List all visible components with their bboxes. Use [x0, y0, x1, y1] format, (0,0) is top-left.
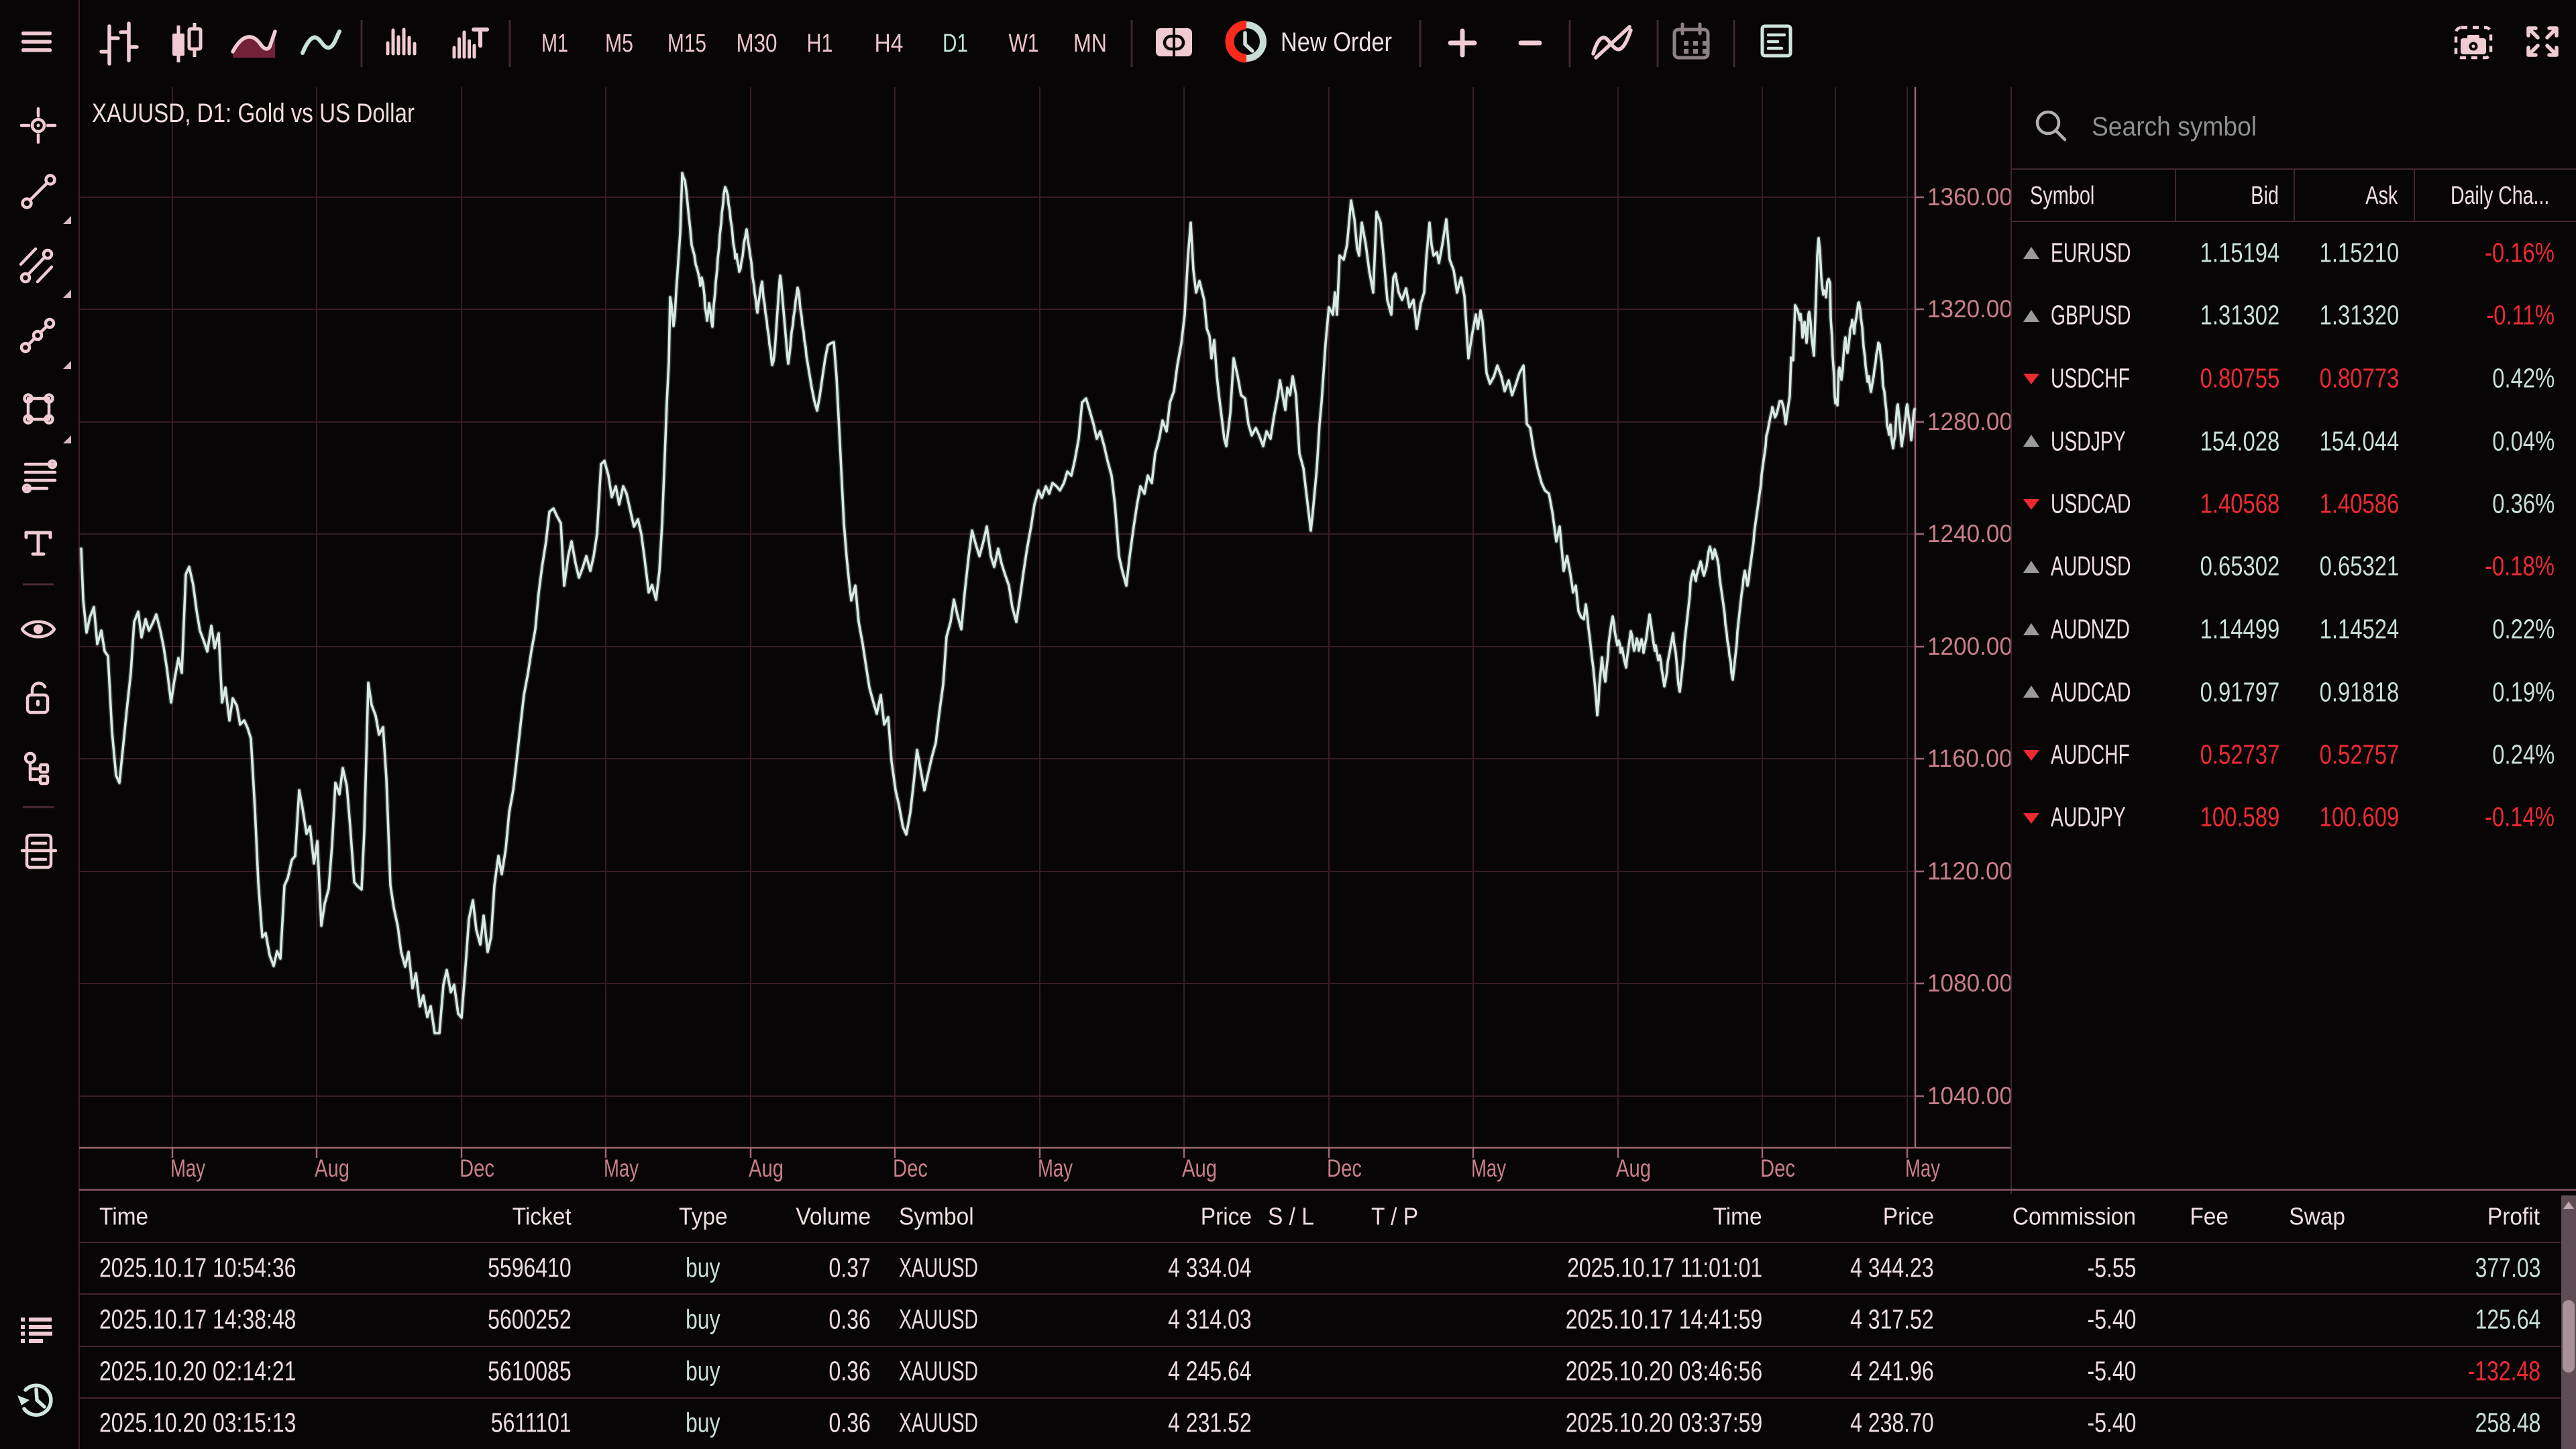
svg-text:M1: M1: [541, 30, 568, 58]
svg-text:May: May: [1905, 1155, 1940, 1182]
svg-text:May: May: [1471, 1155, 1506, 1182]
svg-text:M30: M30: [737, 30, 777, 58]
svg-text:Aug: Aug: [1616, 1155, 1651, 1182]
svg-text:Dec: Dec: [1760, 1155, 1795, 1182]
svg-text:D1: D1: [943, 30, 968, 58]
svg-text:1240.00: 1240.00: [1927, 520, 2012, 547]
svg-text:Dec: Dec: [1327, 1155, 1362, 1182]
svg-text:1280.00: 1280.00: [1927, 408, 2012, 435]
svg-text:1120.00: 1120.00: [1927, 857, 2012, 885]
svg-text:New Order: New Order: [1281, 28, 1392, 57]
svg-text:XAUUSD, D1: Gold vs US Dollar: XAUUSD, D1: Gold vs US Dollar: [92, 99, 415, 128]
svg-text:M15: M15: [667, 30, 706, 58]
svg-text:1200.00: 1200.00: [1927, 633, 2012, 660]
svg-text:1040.00: 1040.00: [1927, 1082, 2012, 1110]
svg-text:Aug: Aug: [749, 1155, 784, 1182]
svg-text:Aug: Aug: [1182, 1155, 1217, 1182]
svg-text:H1: H1: [807, 30, 833, 58]
svg-text:May: May: [604, 1155, 639, 1182]
svg-text:May: May: [170, 1155, 205, 1182]
svg-text:M5: M5: [605, 30, 633, 58]
svg-text:MN: MN: [1073, 30, 1107, 58]
svg-text:W1: W1: [1009, 30, 1039, 58]
svg-text:Dec: Dec: [460, 1155, 494, 1182]
svg-text:Dec: Dec: [893, 1155, 928, 1182]
svg-text:1360.00: 1360.00: [1927, 183, 2012, 211]
svg-text:1320.00: 1320.00: [1927, 295, 2012, 323]
svg-text:H4: H4: [875, 30, 904, 58]
svg-text:May: May: [1038, 1155, 1073, 1182]
svg-text:1160.00: 1160.00: [1927, 745, 2012, 772]
svg-text:1080.00: 1080.00: [1927, 969, 2012, 997]
svg-text:Aug: Aug: [315, 1155, 350, 1182]
